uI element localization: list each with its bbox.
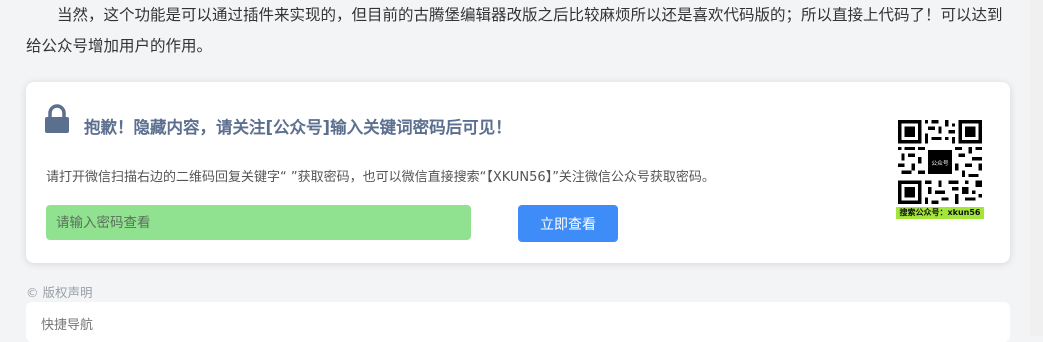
copyright-label: © 版权声明 — [26, 285, 93, 300]
page-scrollbar[interactable] — [1030, 0, 1043, 336]
hidden-content-box: 抱歉！隐藏内容，请关注[公众号]输入关键词密码后可见！ 请打开微信扫描右边的二维… — [26, 82, 1010, 263]
view-now-button[interactable]: 立即查看 — [518, 205, 618, 242]
qr-center-label: 公众号 — [931, 160, 948, 167]
wechat-qr-code: 公众号 — [898, 120, 982, 204]
hidden-content-title: 抱歉！隐藏内容，请关注[公众号]输入关键词密码后可见！ — [84, 118, 512, 137]
lock-icon — [45, 104, 69, 133]
quick-nav-card: 快捷导航 — [26, 302, 1010, 342]
password-input[interactable] — [46, 205, 471, 240]
page: 当然，这个功能是可以通过插件来实现的，但目前的古腾堡编辑器改版之后比较麻烦所以还… — [0, 0, 1030, 342]
hidden-content-description: 请打开微信扫描右边的二维码回复关键字“ ”获取密码，也可以微信直接搜索“【XKU… — [46, 170, 715, 185]
quick-nav-label: 快捷导航 — [41, 318, 94, 333]
article-paragraph: 当然，这个功能是可以通过插件来实现的，但目前的古腾堡编辑器改版之后比较麻烦所以还… — [26, 6, 1003, 55]
qr-code-panel: 公众号 搜索公众号：xkun56 — [894, 120, 986, 219]
qr-caption: 搜索公众号：xkun56 — [896, 207, 984, 219]
